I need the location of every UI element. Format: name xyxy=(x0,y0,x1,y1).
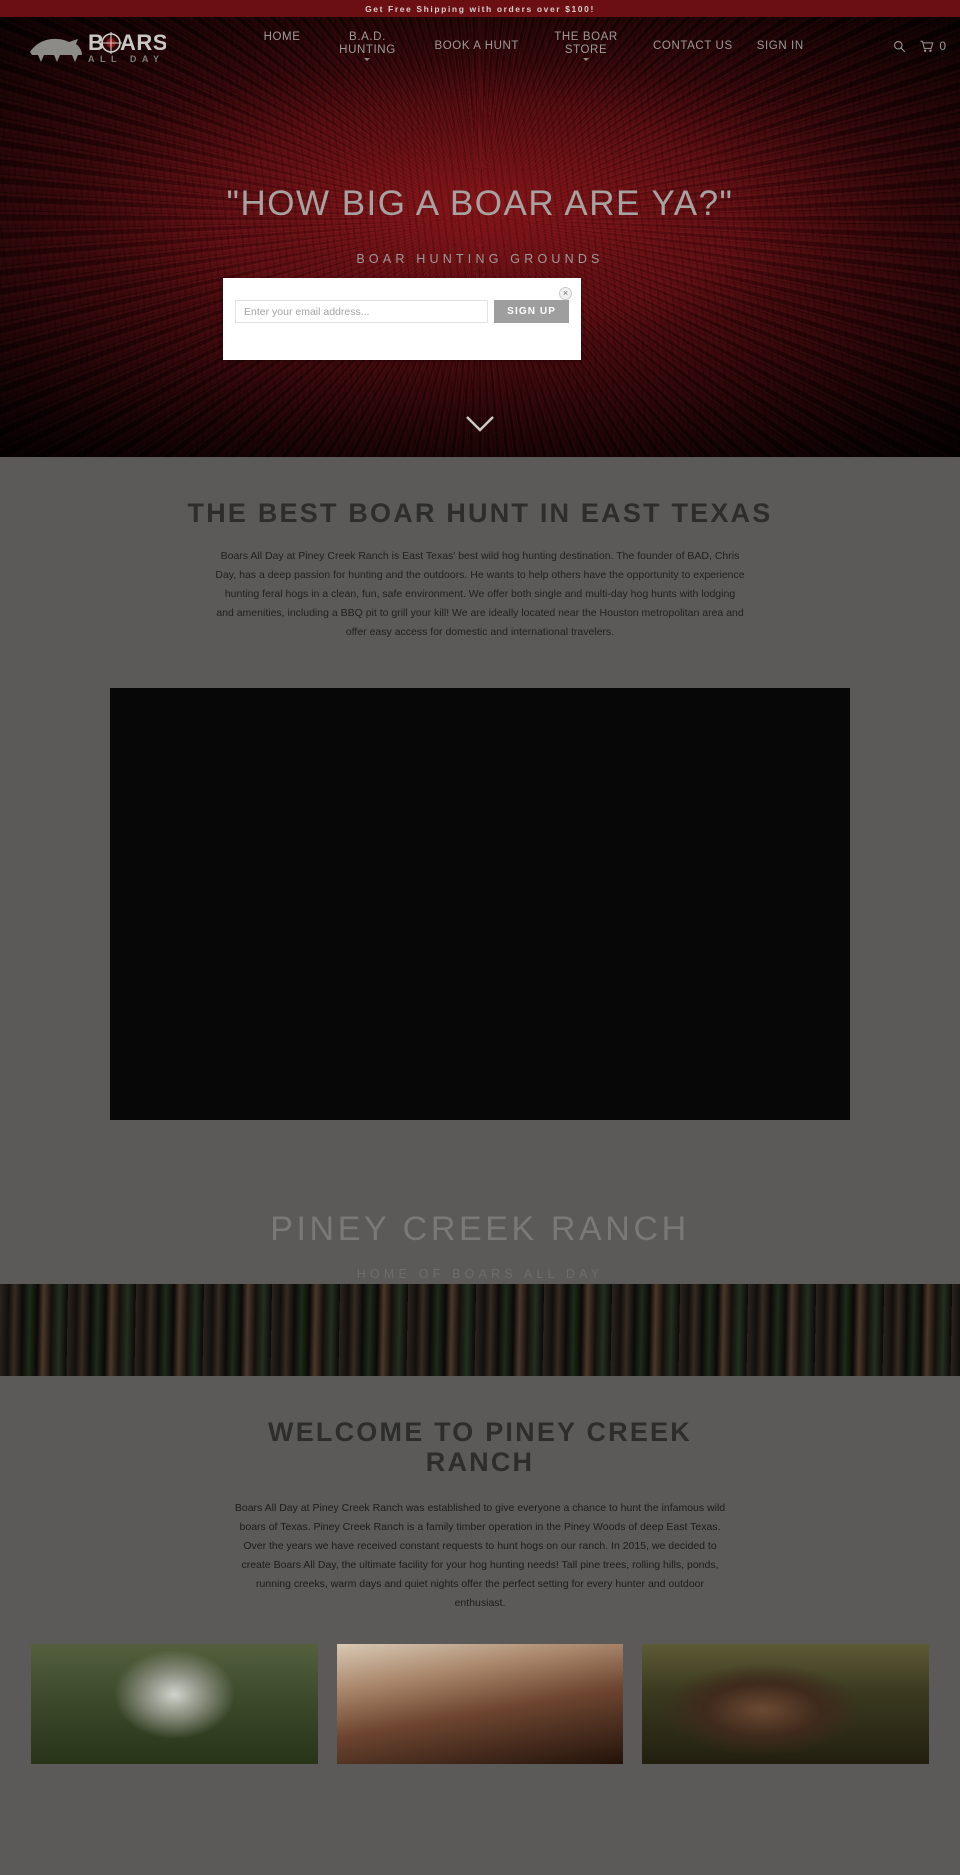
newsletter-signup-button[interactable]: SIGN UP xyxy=(494,300,569,323)
chevron-down-icon xyxy=(583,58,590,61)
chevron-down-icon xyxy=(364,58,371,61)
nav-item-sign-in-label: SIGN IN xyxy=(756,39,804,52)
email-input[interactable] xyxy=(235,300,489,323)
hero-copy: "HOW BIG A BOAR ARE YA?" BOAR HUNTING GR… xyxy=(0,184,960,266)
ranch-banner-wrapper: PINEY CREEK RANCH HOME OF BOARS ALL DAY xyxy=(0,1190,960,1377)
welcome-heading: WELCOME TO PINEY CREEK RANCH xyxy=(268,1417,692,1477)
welcome-section: WELCOME TO PINEY CREEK RANCH Boars All D… xyxy=(0,1376,960,1764)
boar-logo-icon: B ARS ALL DAY xyxy=(30,30,166,64)
photo-card-row xyxy=(0,1613,960,1764)
newsletter-modal: × SIGN UP xyxy=(223,278,581,360)
nav-item-sign-in[interactable]: SIGN IN xyxy=(745,40,816,53)
nav-item-the-boar-store-label: THE BOAR STORE xyxy=(554,31,618,56)
site-header: B ARS ALL DAY HOME B.A.D. HUNTING BOOK A… xyxy=(0,17,960,75)
announcement-bar: Get Free Shipping with orders over $100! xyxy=(0,0,960,17)
scroll-down-button[interactable] xyxy=(465,415,495,438)
hero-subtitle: BOAR HUNTING GROUNDS xyxy=(356,251,604,266)
nav-item-home[interactable]: HOME xyxy=(252,31,313,44)
site-logo[interactable]: B ARS ALL DAY xyxy=(28,26,178,66)
ranch-banner-title: PINEY CREEK RANCH xyxy=(270,1210,690,1249)
intro-video-player[interactable] xyxy=(110,688,850,1121)
nav-item-contact-us-label: CONTACT US xyxy=(653,39,733,52)
ranch-banner-subtitle: HOME OF BOARS ALL DAY xyxy=(356,1267,604,1282)
cart-button[interactable]: 0 xyxy=(920,39,946,53)
ranch-parallax-banner: PINEY CREEK RANCH HOME OF BOARS ALL DAY xyxy=(0,1190,960,1377)
nav-item-home-label: HOME xyxy=(263,31,301,43)
nav-item-the-boar-store[interactable]: THE BOAR STORE xyxy=(531,31,641,61)
nav-item-bad-hunting[interactable]: B.A.D. HUNTING xyxy=(312,31,422,61)
nav-item-bad-hunting-label: B.A.D. HUNTING xyxy=(339,31,396,56)
intro-heading: THE BEST BOAR HUNT IN EAST TEXAS xyxy=(187,498,773,528)
announcement-text: Get Free Shipping with orders over $100! xyxy=(365,3,595,14)
nav-item-book-a-hunt[interactable]: BOOK A HUNT xyxy=(422,40,531,53)
welcome-paragraph: Boars All Day at Piney Creek Ranch was e… xyxy=(234,1501,726,1609)
photo-card-hunter-portrait[interactable] xyxy=(31,1643,318,1764)
hero-section: B ARS ALL DAY HOME B.A.D. HUNTING BOOK A… xyxy=(0,17,960,457)
svg-text:ALL DAY: ALL DAY xyxy=(88,54,165,64)
nav-item-book-a-hunt-label: BOOK A HUNT xyxy=(434,39,520,52)
ranch-banner-copy: PINEY CREEK RANCH HOME OF BOARS ALL DAY xyxy=(0,1210,960,1281)
intro-section: THE BEST BOAR HUNT IN EAST TEXAS Boars A… xyxy=(0,457,960,1121)
ranch-forest-image xyxy=(0,1284,960,1377)
nav-item-contact-us[interactable]: CONTACT US xyxy=(641,40,745,53)
newsletter-form: SIGN UP xyxy=(223,278,581,323)
cart-count: 0 xyxy=(939,39,946,53)
svg-text:ARS: ARS xyxy=(120,30,166,55)
chevron-down-icon xyxy=(466,416,494,432)
photo-card-rifle-aiming[interactable] xyxy=(336,1643,624,1764)
main-navigation: HOME B.A.D. HUNTING BOOK A HUNT THE BOAR… xyxy=(178,31,889,61)
header-actions: 0 xyxy=(889,39,946,53)
close-icon[interactable]: × xyxy=(559,287,572,300)
hero-title: "HOW BIG A BOAR ARE YA?" xyxy=(226,184,734,223)
photo-card-wild-boar[interactable] xyxy=(642,1643,930,1764)
intro-paragraph: Boars All Day at Piney Creek Ranch is Ea… xyxy=(215,550,745,639)
search-icon[interactable] xyxy=(893,40,906,53)
